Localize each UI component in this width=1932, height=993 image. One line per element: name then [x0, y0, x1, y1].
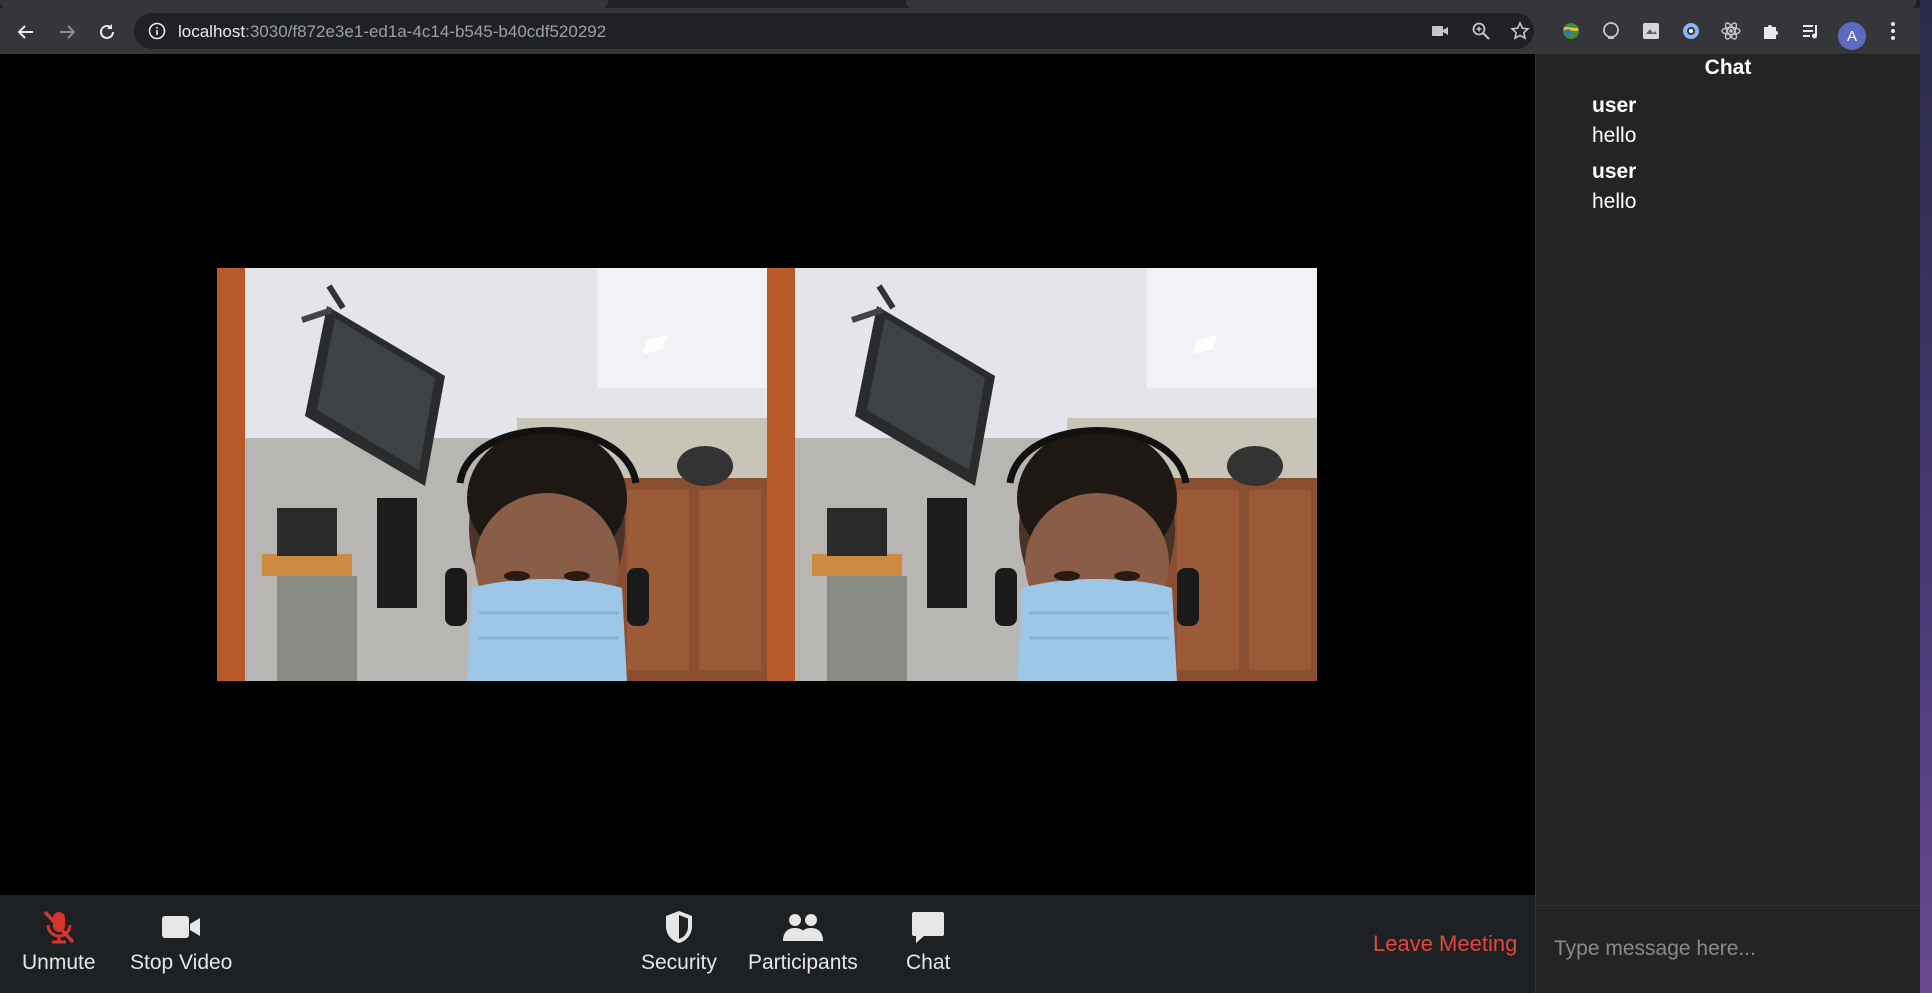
- extension-globe-icon[interactable]: [1558, 18, 1584, 44]
- chat-message-author: user: [1592, 94, 1637, 117]
- forward-arrow-icon: [60, 25, 76, 39]
- leave-meeting-button[interactable]: Leave Meeting: [1373, 931, 1517, 957]
- chat-message: user hello: [1592, 94, 1636, 148]
- chat-message: user hello: [1592, 160, 1636, 214]
- reload-icon: [100, 24, 114, 39]
- muted-microphone-icon: [39, 909, 79, 945]
- chat-button[interactable]: Chat: [906, 909, 950, 975]
- forward-button[interactable]: [53, 18, 81, 46]
- chat-message-text: hello: [1592, 124, 1637, 147]
- address-bar[interactable]: localhost:3030/f872e3e1-ed1a-4c14-b545-b…: [134, 13, 1534, 49]
- extension-circle-icon[interactable]: [1678, 18, 1704, 44]
- chat-message-input[interactable]: [1554, 932, 1894, 966]
- stop-video-label: Stop Video: [130, 951, 233, 974]
- security-label: Security: [641, 951, 717, 974]
- stop-video-button[interactable]: Stop Video: [130, 909, 232, 975]
- shield-icon: [663, 909, 695, 945]
- profile-avatar[interactable]: A: [1838, 22, 1866, 50]
- desktop-background-edge: [1920, 0, 1932, 993]
- back-button[interactable]: [12, 18, 40, 46]
- browser-tab[interactable]: [0, 0, 608, 8]
- participant-video-tile[interactable]: [217, 268, 767, 681]
- meeting-controls-bar: Unmute Stop Video Security Participants …: [0, 895, 1535, 993]
- chat-panel-title: Chat: [1704, 56, 1752, 79]
- reload-button[interactable]: [93, 18, 121, 46]
- extension-react-icon[interactable]: [1718, 18, 1744, 44]
- back-arrow-icon: [17, 25, 33, 39]
- security-button[interactable]: Security: [641, 909, 717, 975]
- chat-label: Chat: [906, 951, 951, 974]
- browser-tab[interactable]: [906, 0, 1916, 8]
- chat-message-text: hello: [1592, 190, 1637, 213]
- participants-icon: [781, 909, 825, 945]
- chat-panel: Chat user hello user hello: [1535, 54, 1920, 993]
- participants-button[interactable]: Participants: [748, 909, 858, 975]
- url-path: :3030/f872e3e1-ed1a-4c14-b545-b40cdf5202…: [245, 22, 607, 41]
- participant-video-tile[interactable]: [767, 268, 1317, 681]
- webcam-video-frame: [767, 268, 1317, 681]
- meeting-video-stage: [0, 54, 1535, 895]
- site-info-icon[interactable]: [148, 22, 166, 40]
- chat-bubble-icon: [910, 909, 946, 945]
- unmute-label: Unmute: [22, 951, 96, 974]
- webcam-video-frame: [217, 268, 767, 681]
- extension-page-icon[interactable]: [1638, 18, 1664, 44]
- bookmark-star-icon[interactable]: [1510, 21, 1530, 41]
- url-host: localhost: [178, 22, 246, 41]
- browser-toolbar: localhost:3030/f872e3e1-ed1a-4c14-b545-b…: [0, 8, 1932, 54]
- zoom-icon[interactable]: [1471, 21, 1491, 41]
- media-controls-icon[interactable]: [1798, 18, 1824, 44]
- participants-label: Participants: [748, 951, 858, 974]
- video-camera-icon: [160, 909, 202, 945]
- unmute-button[interactable]: Unmute: [22, 909, 96, 975]
- chat-input-area: [1536, 905, 1920, 993]
- camera-in-use-icon[interactable]: [1430, 21, 1450, 41]
- extensions-puzzle-icon[interactable]: [1758, 18, 1784, 44]
- browser-menu-kebab-icon[interactable]: [1880, 18, 1906, 44]
- extension-lightbulb-icon[interactable]: [1598, 18, 1624, 44]
- url-text[interactable]: localhost:3030/f872e3e1-ed1a-4c14-b545-b…: [178, 22, 606, 42]
- chat-message-author: user: [1592, 160, 1637, 183]
